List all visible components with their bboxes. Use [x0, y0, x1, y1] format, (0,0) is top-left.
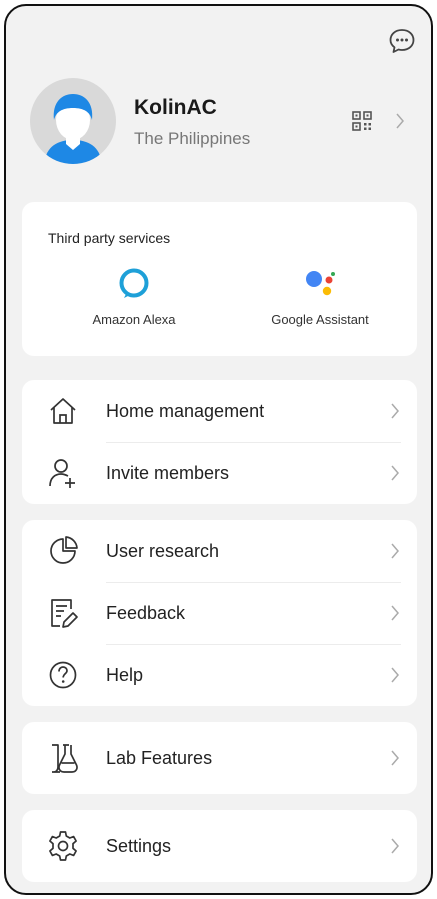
- lab-card: Lab Features: [22, 722, 417, 794]
- menu-item-lab-features[interactable]: Lab Features: [22, 727, 417, 789]
- flask-icon: [52, 744, 78, 773]
- feedback-icon: [51, 599, 78, 628]
- menu-item-settings[interactable]: Settings: [22, 815, 417, 877]
- menu-item-label: Lab Features: [106, 748, 213, 768]
- menu-item-home-management[interactable]: Home management: [22, 380, 417, 442]
- qr-code-icon[interactable]: [351, 110, 373, 132]
- menu-item-help[interactable]: Help: [22, 644, 417, 706]
- alexa-icon: [119, 268, 149, 298]
- avatar[interactable]: [30, 78, 116, 164]
- gear-icon: [49, 831, 77, 861]
- home-icon: [50, 398, 76, 424]
- home-card: Home management Invite members: [22, 380, 417, 504]
- chevron-right-icon: [391, 465, 399, 481]
- help-icon: [49, 661, 77, 689]
- profile-name: KolinAC: [134, 96, 217, 119]
- menu-item-label: Feedback: [106, 603, 186, 623]
- profile-location: The Philippines: [134, 129, 251, 148]
- services-title: Third party services: [48, 230, 171, 246]
- chevron-right-icon: [391, 838, 399, 854]
- third-party-services-card: Third party services Amazon Alexa Google…: [22, 202, 417, 356]
- service-label: Google Assistant: [271, 312, 369, 327]
- profile-header[interactable]: KolinAC The Philippines: [6, 76, 431, 176]
- menu-item-label: Invite members: [106, 463, 230, 483]
- google-assistant-icon: [306, 271, 335, 296]
- menu-item-label: User research: [106, 541, 220, 561]
- menu-item-label: Help: [106, 665, 144, 685]
- chevron-right-icon: [396, 113, 404, 129]
- amazon-alexa-service[interactable]: Amazon Alexa: [54, 266, 214, 346]
- settings-card: Settings: [22, 810, 417, 882]
- google-assistant-service[interactable]: Google Assistant: [240, 266, 400, 346]
- app-screen: KolinAC The Philippines Third party serv…: [4, 4, 433, 895]
- chevron-right-icon: [391, 543, 399, 559]
- message-icon[interactable]: [387, 26, 417, 56]
- pie-chart-icon: [50, 536, 78, 564]
- user-avatar-icon: [44, 94, 102, 164]
- service-label: Amazon Alexa: [92, 312, 176, 327]
- menu-item-invite-members[interactable]: Invite members: [22, 442, 417, 504]
- chevron-right-icon: [391, 605, 399, 621]
- menu-item-label: Settings: [106, 836, 172, 856]
- menu-item-feedback[interactable]: Feedback: [22, 582, 417, 644]
- chevron-right-icon: [391, 403, 399, 419]
- chevron-right-icon: [391, 750, 399, 766]
- chevron-right-icon: [391, 667, 399, 683]
- menu-item-user-research[interactable]: User research: [22, 520, 417, 582]
- add-user-icon: [49, 459, 75, 488]
- menu-item-label: Home management: [106, 401, 265, 421]
- support-card: User research Feedback Help: [22, 520, 417, 706]
